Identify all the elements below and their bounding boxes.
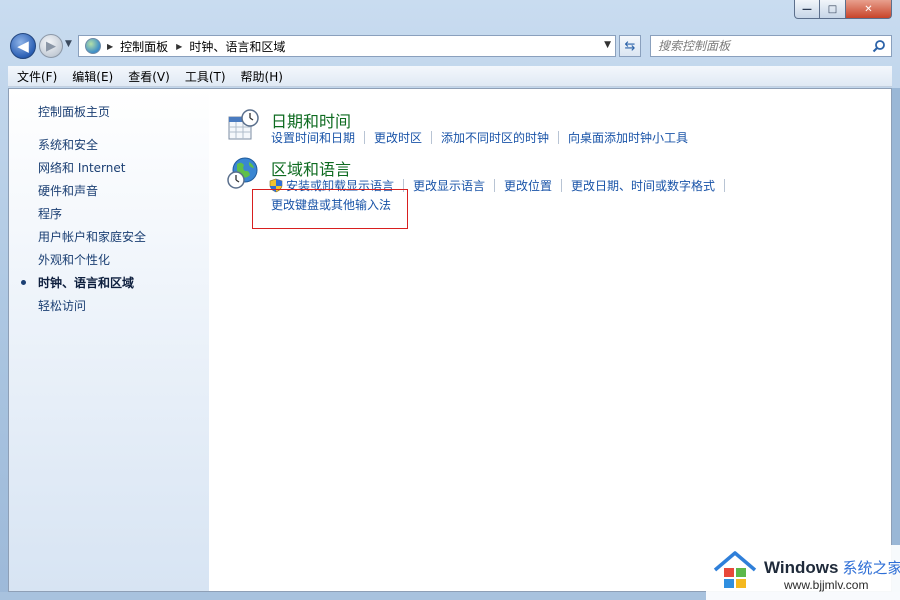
close-button[interactable]: ✕ — [846, 0, 892, 19]
task-link-set-date-time[interactable]: 设置时间和日期 — [271, 129, 355, 146]
navigation-bar: ◀ ▶ ▼ ▶ 控制面板 ▶ 时钟、语言和区域 ▼ ⇆ — [0, 30, 900, 62]
globe-clock-icon[interactable] — [227, 157, 259, 189]
breadcrumb-chevron-icon[interactable]: ▶ — [107, 42, 113, 51]
forward-button[interactable]: ▶ — [39, 34, 63, 58]
refresh-icon: ⇆ — [624, 38, 636, 54]
address-dropdown-icon[interactable]: ▼ — [604, 40, 611, 50]
sidebar-item-hardware-sound[interactable]: 硬件和声音 — [38, 182, 98, 199]
calendar-clock-icon[interactable] — [227, 109, 259, 141]
divider — [561, 178, 563, 192]
divider — [724, 178, 726, 192]
window-frame: — □ ✕ ◀ ▶ ▼ ▶ 控制面板 ▶ 时钟、语言和区域 ▼ ⇆ 搜索控制面板… — [0, 0, 900, 600]
menu-tools[interactable]: 工具(T) — [176, 68, 232, 85]
title-bar: — □ ✕ — [0, 0, 900, 28]
sidebar-item-appearance[interactable]: 外观和个性化 — [38, 251, 110, 268]
watermark: Windows 系统之家 www.bjjmlv.com — [706, 545, 900, 600]
breadcrumb-clock-language-region[interactable]: 时钟、语言和区域 — [189, 38, 285, 55]
breadcrumb-chevron-icon[interactable]: ▶ — [176, 42, 182, 51]
sidebar-item-network-internet[interactable]: 网络和 Internet — [38, 159, 125, 176]
sidebar-item-programs[interactable]: 程序 — [38, 205, 62, 222]
forward-arrow-icon: ▶ — [46, 38, 56, 54]
history-dropdown-icon[interactable]: ▼ — [65, 39, 72, 49]
task-link-add-clock-gadget[interactable]: 向桌面添加时钟小工具 — [568, 129, 688, 146]
search-icon[interactable] — [872, 39, 886, 53]
back-button[interactable]: ◀ — [10, 33, 36, 59]
content-area: 控制面板主页 系统和安全 网络和 Internet 硬件和声音 程序 用户帐户和… — [8, 88, 892, 592]
search-box — [650, 35, 892, 57]
divider — [494, 178, 496, 192]
window-controls: — □ ✕ — [794, 0, 892, 20]
sidebar-item-user-accounts[interactable]: 用户帐户和家庭安全 — [38, 228, 146, 245]
task-link-change-location[interactable]: 更改位置 — [504, 177, 552, 194]
task-list-date-time: 设置时间和日期 更改时区 添加不同时区的时钟 向桌面添加时钟小工具 — [271, 128, 688, 146]
window-right-edge — [892, 88, 900, 598]
main-panel: 日期和时间 设置时间和日期 更改时区 添加不同时区的时钟 向桌面添加时钟小工具 … — [209, 89, 891, 591]
breadcrumb-control-panel[interactable]: 控制面板 — [120, 38, 168, 55]
sidebar: 控制面板主页 系统和安全 网络和 Internet 硬件和声音 程序 用户帐户和… — [9, 89, 209, 591]
control-panel-icon — [85, 38, 101, 54]
sidebar-item-clock-language-region[interactable]: 时钟、语言和区域 — [38, 274, 134, 291]
address-bar[interactable]: ▶ 控制面板 ▶ 时钟、语言和区域 ▼ — [78, 35, 616, 57]
watermark-url: www.bjjmlv.com — [784, 578, 869, 592]
watermark-brand-cn: 系统之家 — [842, 560, 900, 577]
sidebar-item-control-panel-home[interactable]: 控制面板主页 — [38, 103, 110, 120]
task-link-change-display-language[interactable]: 更改显示语言 — [413, 177, 485, 194]
watermark-brand: Windows 系统之家 — [764, 557, 900, 578]
maximize-button[interactable]: □ — [820, 0, 846, 19]
menu-edit[interactable]: 编辑(E) — [63, 68, 119, 85]
refresh-button[interactable]: ⇆ — [619, 35, 641, 57]
divider — [364, 130, 366, 144]
menu-help[interactable]: 帮助(H) — [232, 68, 289, 85]
sidebar-item-system-security[interactable]: 系统和安全 — [38, 136, 98, 153]
task-link-add-clocks[interactable]: 添加不同时区的时钟 — [441, 129, 549, 146]
task-link-change-time-zone[interactable]: 更改时区 — [374, 129, 422, 146]
divider — [431, 130, 433, 144]
search-input[interactable] — [658, 39, 858, 53]
divider — [558, 130, 560, 144]
watermark-brand-en: Windows — [764, 558, 839, 577]
highlight-annotation-box — [252, 189, 408, 229]
minimize-button[interactable]: — — [794, 0, 820, 19]
task-link-change-formats[interactable]: 更改日期、时间或数字格式 — [571, 177, 715, 194]
house-windows-logo-icon — [713, 551, 757, 588]
sidebar-item-ease-of-access[interactable]: 轻松访问 — [38, 297, 86, 314]
back-arrow-icon: ◀ — [17, 37, 29, 55]
menu-view[interactable]: 查看(V) — [119, 68, 176, 85]
menu-bar: 文件(F) 编辑(E) 查看(V) 工具(T) 帮助(H) — [8, 66, 892, 87]
current-item-bullet-icon — [21, 280, 26, 285]
menu-file[interactable]: 文件(F) — [8, 68, 63, 85]
